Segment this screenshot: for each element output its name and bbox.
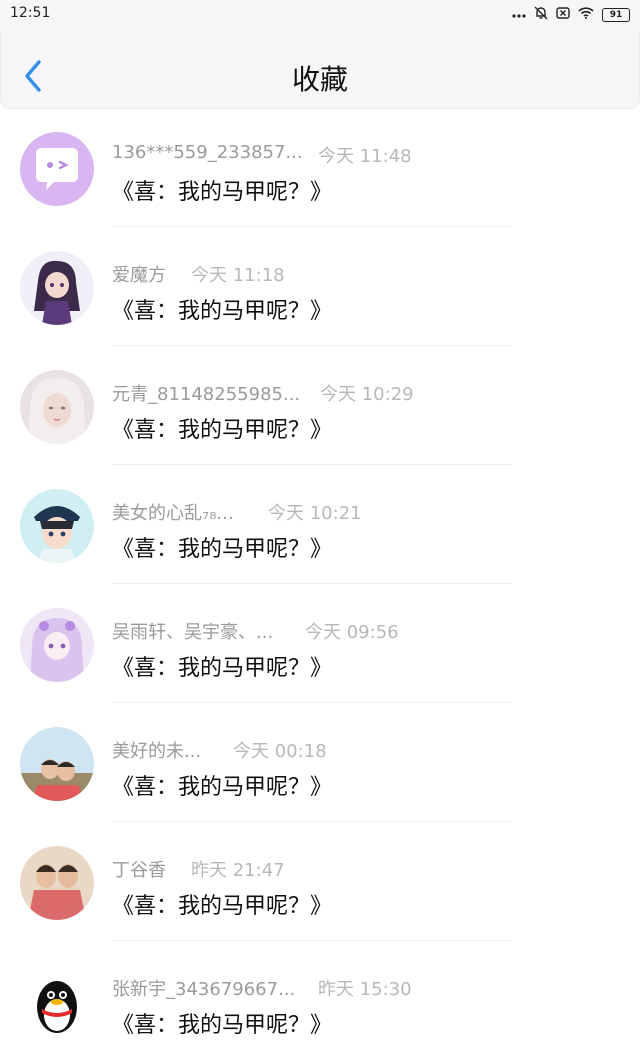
list-item[interactable]: 136***559_233857... 今天 11:48 《喜：我的马甲呢？》 [0, 108, 640, 227]
item-name: 爱魔方 [112, 265, 166, 286]
list-item[interactable]: 张新宇_343679667... 昨天 15:30 《喜：我的马甲呢？》 [0, 941, 640, 1060]
item-time: 今天 00:18 [233, 741, 327, 762]
item-name: 丁谷香 [112, 860, 166, 881]
list-item[interactable]: 美女的心乱₇₈... 今天 10:21 《喜：我的马甲呢？》 [0, 465, 640, 584]
item-title: 《喜：我的马甲呢？》 [112, 894, 333, 919]
item-title: 《喜：我的马甲呢？》 [112, 537, 333, 562]
kids-photo-avatar-icon [20, 727, 94, 801]
item-time: 今天 11:48 [318, 146, 412, 167]
item-name: 吴雨轩、吴宇豪、... [112, 622, 274, 643]
avatar [20, 727, 94, 801]
chat-bubble-avatar-icon [20, 132, 94, 206]
status-time: 12:51 [10, 5, 51, 21]
status-icons: 91 [512, 6, 630, 24]
list-item[interactable]: 爱魔方 今天 11:18 《喜：我的马甲呢？》 [0, 227, 640, 346]
list-item[interactable]: 吴雨轩、吴宇豪、... 今天 09:56 《喜：我的马甲呢？》 [0, 584, 640, 703]
item-name: 张新宇_343679667... [112, 979, 296, 1000]
item-time: 今天 11:18 [191, 265, 285, 286]
item-name: 元青_81148255985... [112, 384, 301, 405]
header: 收藏 [0, 30, 640, 109]
item-title: 《喜：我的马甲呢？》 [112, 180, 333, 205]
avatar [20, 370, 94, 444]
avatar [20, 846, 94, 920]
item-name: 136***559_233857... [112, 142, 303, 163]
wifi-icon [578, 7, 594, 23]
item-name: 美好的未... [112, 741, 202, 762]
penguin-avatar-icon [20, 965, 94, 1039]
list-item[interactable]: 丁谷香 昨天 21:47 《喜：我的马甲呢？》 [0, 822, 640, 941]
item-time: 今天 10:21 [268, 503, 362, 524]
family-photo-avatar-icon [20, 846, 94, 920]
list-item[interactable]: 美好的未... 今天 00:18 《喜：我的马甲呢？》 [0, 703, 640, 822]
doll-avatar-icon [20, 370, 94, 444]
item-time: 昨天 15:30 [318, 979, 412, 1000]
avatar [20, 965, 94, 1039]
mute-bell-icon [534, 6, 548, 24]
avatar [20, 132, 94, 206]
avatar [20, 489, 94, 563]
item-title: 《喜：我的马甲呢？》 [112, 656, 333, 681]
anime-purple-girl-avatar-icon [20, 608, 94, 682]
more-dots-icon [512, 8, 526, 23]
notification-x-icon [556, 7, 570, 23]
favorites-list: 136***559_233857... 今天 11:48 《喜：我的马甲呢？》 … [0, 108, 640, 1060]
avatar [20, 251, 94, 325]
page-title: 收藏 [291, 63, 348, 96]
battery-icon: 91 [602, 8, 630, 22]
avatar [20, 608, 94, 682]
anime-boy-cap-avatar-icon [20, 489, 94, 563]
anime-girl-avatar-icon [20, 251, 94, 325]
status-bar: 12:51 91 [0, 0, 640, 30]
item-time: 今天 10:29 [320, 384, 414, 405]
item-time: 昨天 21:47 [191, 860, 285, 881]
item-title: 《喜：我的马甲呢？》 [112, 299, 333, 324]
list-item[interactable]: 元青_81148255985... 今天 10:29 《喜：我的马甲呢？》 [0, 346, 640, 465]
item-title: 《喜：我的马甲呢？》 [112, 775, 333, 800]
item-name: 美女的心乱₇₈... [112, 503, 234, 524]
item-title: 《喜：我的马甲呢？》 [112, 418, 333, 443]
item-title: 《喜：我的马甲呢？》 [112, 1013, 333, 1038]
item-time: 今天 09:56 [305, 622, 399, 643]
